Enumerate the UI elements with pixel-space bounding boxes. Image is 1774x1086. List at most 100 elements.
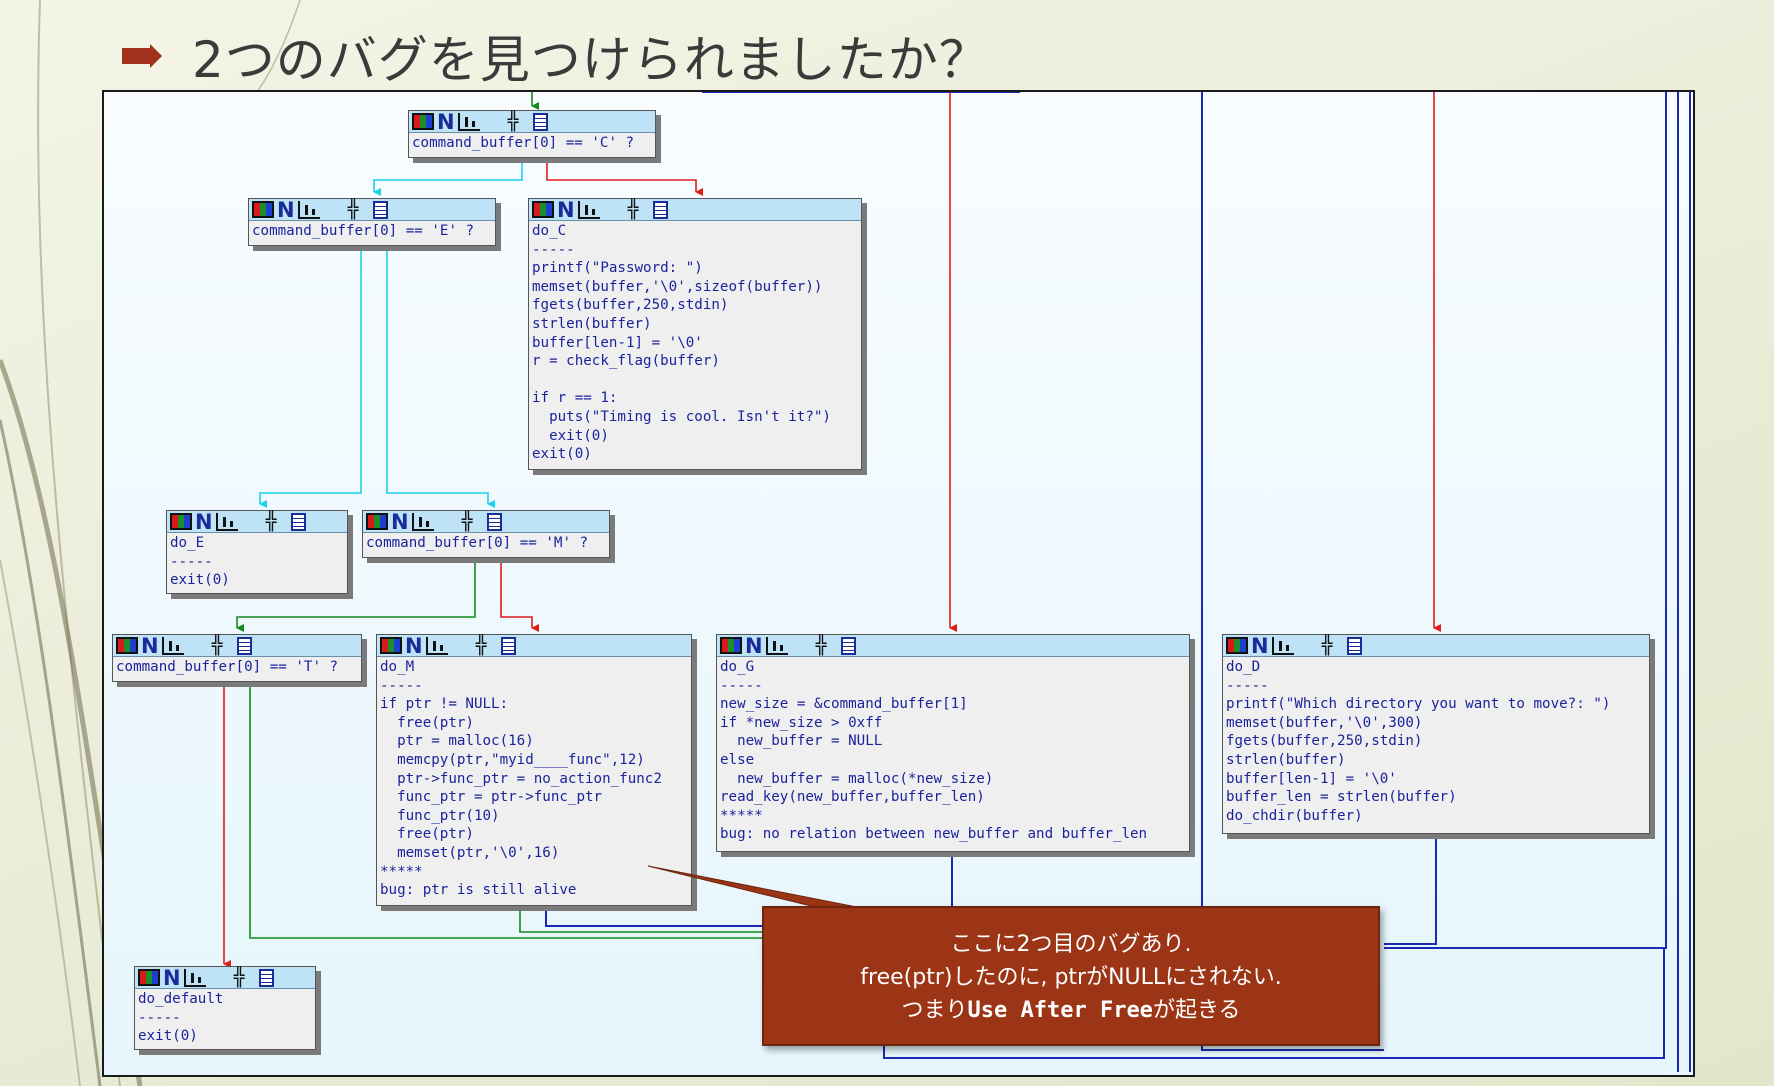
node-do-c[interactable]: N ╬ do_C ----- printf("Password: ") mems…	[528, 198, 862, 470]
code-line: func_ptr(10)	[380, 807, 500, 824]
code-line: if r == 1:	[532, 390, 618, 407]
document-icon[interactable]	[652, 200, 668, 219]
node-n-icon[interactable]: N	[405, 635, 423, 656]
code-line: memset(ptr,'\0',16)	[380, 844, 560, 861]
code-line: free(ptr)	[380, 714, 474, 731]
node-do-default[interactable]: N ╬ do_default ----- exit(0)	[134, 966, 316, 1050]
code-line: -----	[170, 553, 213, 570]
chart-icon[interactable]	[215, 512, 238, 531]
node-header: N ╬	[135, 967, 315, 989]
tree-icon[interactable]: ╬	[462, 512, 484, 531]
graph-overview-icon[interactable]	[252, 201, 274, 218]
callout-line-2: free(ptr)したのに, ptrがNULLにされない.	[860, 965, 1282, 990]
edge-dod-blue	[1384, 834, 1437, 945]
callout-line-3: つまりUse After Freeが起きる	[901, 998, 1241, 1023]
node-header: N ╬	[249, 199, 495, 221]
node-code: command_buffer[0] == 'E' ?	[249, 221, 495, 242]
node-do-e[interactable]: N ╬ do_E ----- exit(0)	[166, 510, 348, 594]
graph-overview-icon[interactable]	[1226, 637, 1248, 654]
graph-overview-icon[interactable]	[412, 113, 434, 130]
chart-icon[interactable]	[411, 512, 434, 531]
chart-icon[interactable]	[297, 200, 320, 219]
code-line: if ptr != NULL:	[380, 696, 509, 713]
code-line: do_M	[380, 659, 415, 675]
code-line: -----	[138, 1009, 181, 1026]
code-line: new_size = &command_buffer[1]	[720, 696, 968, 713]
graph-overview-icon[interactable]	[138, 969, 160, 986]
node-do-m[interactable]: N ╬ do_M ----- if ptr != NULL: free(ptr)…	[376, 634, 692, 906]
code-line: command_buffer[0] == 'M' ?	[366, 535, 589, 551]
code-line: do_E	[170, 535, 205, 551]
document-icon[interactable]	[840, 636, 856, 655]
code-line: command_buffer[0] == 'E' ?	[252, 223, 475, 239]
graph-overview-icon[interactable]	[170, 513, 192, 530]
graph-overview-icon[interactable]	[116, 637, 138, 654]
node-cmd-e[interactable]: N ╬ command_buffer[0] == 'E' ?	[248, 198, 496, 246]
node-header: N ╬	[377, 635, 691, 657]
graph-overview-icon[interactable]	[380, 637, 402, 654]
document-icon[interactable]	[236, 636, 252, 655]
document-icon[interactable]	[532, 112, 548, 131]
node-header: N ╬	[363, 511, 609, 533]
document-icon[interactable]	[486, 512, 502, 531]
node-header: N ╬	[529, 199, 861, 221]
node-do-g[interactable]: N ╬ do_G ----- new_size = &command_buffe…	[716, 634, 1190, 852]
code-line: command_buffer[0] == 'C' ?	[412, 135, 635, 151]
tree-icon[interactable]: ╬	[508, 112, 530, 131]
node-n-icon[interactable]: N	[557, 199, 575, 220]
chart-icon[interactable]	[457, 112, 480, 131]
node-n-icon[interactable]: N	[745, 635, 763, 656]
document-icon[interactable]	[1346, 636, 1362, 655]
graph-overview-icon[interactable]	[532, 201, 554, 218]
chart-icon[interactable]	[425, 636, 448, 655]
callout-line-1: ここに2つ目のバグあり.	[950, 932, 1192, 957]
node-header: N ╬	[1223, 635, 1649, 657]
code-line: buffer[len-1] = '\0'	[1226, 770, 1397, 787]
chart-icon[interactable]	[765, 636, 788, 655]
graph-overview-icon[interactable]	[366, 513, 388, 530]
document-icon[interactable]	[258, 968, 274, 987]
node-cmd-t[interactable]: N ╬ command_buffer[0] == 'T' ?	[112, 634, 362, 682]
node-n-icon[interactable]: N	[1251, 635, 1269, 656]
code-line: do_default	[138, 991, 224, 1007]
edge-e-to-m	[386, 224, 495, 508]
node-n-icon[interactable]: N	[195, 511, 213, 532]
code-line: printf("Which directory you want to move…	[1226, 696, 1611, 713]
chart-icon[interactable]	[183, 968, 206, 987]
chart-icon[interactable]	[161, 636, 184, 655]
document-icon[interactable]	[372, 200, 388, 219]
code-line: buffer[len-1] = '\0'	[532, 334, 703, 351]
code-line: -----	[380, 677, 423, 694]
node-n-icon[interactable]: N	[277, 199, 295, 220]
tree-icon[interactable]: ╬	[348, 200, 370, 219]
node-cmd-c[interactable]: N ╬ command_buffer[0] == 'C' ?	[408, 110, 656, 158]
chart-icon[interactable]	[577, 200, 600, 219]
tree-icon[interactable]: ╬	[1322, 636, 1344, 655]
node-n-icon[interactable]: N	[141, 635, 159, 656]
tree-icon[interactable]: ╬	[476, 636, 498, 655]
chart-icon[interactable]	[1271, 636, 1294, 655]
code-line: memset(buffer,'\0',sizeof(buffer))	[532, 278, 823, 295]
code-line: do_G	[720, 659, 755, 675]
tree-icon[interactable]: ╬	[266, 512, 288, 531]
node-n-icon[interactable]: N	[391, 511, 409, 532]
node-cmd-m[interactable]: N ╬ command_buffer[0] == 'M' ?	[362, 510, 610, 558]
document-icon[interactable]	[500, 636, 516, 655]
code-line: *****	[380, 863, 423, 880]
node-n-icon[interactable]: N	[163, 967, 181, 988]
tree-icon[interactable]: ╬	[628, 200, 650, 219]
document-icon[interactable]	[290, 512, 306, 531]
node-code: do_D ----- printf("Which directory you w…	[1223, 657, 1649, 826]
node-code: do_E ----- exit(0)	[167, 533, 347, 591]
code-line: bug: ptr is still alive	[380, 882, 577, 899]
node-do-d[interactable]: N ╬ do_D ----- printf("Which directory y…	[1222, 634, 1650, 834]
tree-icon[interactable]: ╬	[816, 636, 838, 655]
graph-overview-icon[interactable]	[720, 637, 742, 654]
edge-e-to-doe	[259, 224, 362, 508]
node-code: command_buffer[0] == 'C' ?	[409, 133, 655, 154]
tree-icon[interactable]: ╬	[234, 968, 256, 987]
node-n-icon[interactable]: N	[437, 111, 455, 132]
code-line: strlen(buffer)	[1226, 751, 1346, 768]
node-code: do_default ----- exit(0)	[135, 989, 315, 1047]
tree-icon[interactable]: ╬	[212, 636, 234, 655]
